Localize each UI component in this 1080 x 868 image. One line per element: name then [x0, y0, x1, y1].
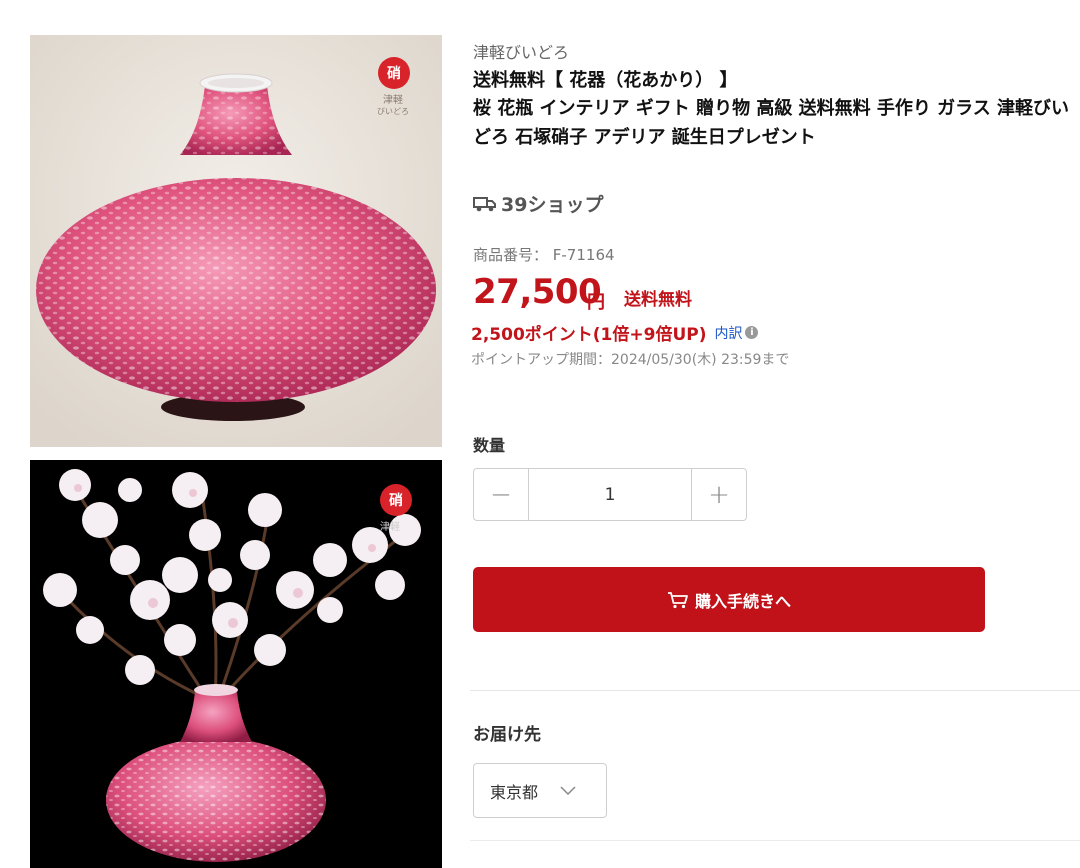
quantity-input[interactable]: 1 [528, 469, 692, 520]
delivery-prefecture-select[interactable]: 東京都 [473, 763, 607, 818]
points-period: ポイントアップ期間：2024/05/30(木) 23:59まで [471, 352, 790, 368]
delivery-selected-value: 東京都 [490, 782, 539, 802]
free-shipping-label: 送料無料 [624, 290, 692, 310]
brand-logo-text-2: 津軽 [380, 522, 400, 533]
delivery-label: お届け先 [473, 725, 541, 745]
quantity-label: 数量 [473, 436, 506, 455]
chevron-down-icon [560, 785, 576, 795]
quantity-decrease-button[interactable]: − [474, 469, 528, 520]
brand-logo-icon: 硝 [378, 57, 410, 89]
points-detail-link[interactable]: 内訳 i [714, 323, 759, 343]
product-image-blossoms[interactable]: 硝 津軽 [30, 460, 442, 868]
quantity-increase-button[interactable]: + [692, 469, 746, 520]
purchase-button-label: 購入手続きへ [694, 591, 791, 611]
quantity-stepper: − 1 + [473, 468, 747, 521]
info-icon: i [745, 326, 759, 339]
product-brand[interactable]: 津軽びいどろ [473, 39, 569, 63]
item-number: 商品番号： F-71164 [473, 246, 615, 264]
section-divider-2 [470, 840, 1080, 841]
purchase-button[interactable]: 購入手続きへ [473, 567, 985, 632]
brand-logo-icon-2: 硝 [380, 484, 412, 516]
shop-name: 39ショップ [501, 194, 604, 216]
section-divider [470, 690, 1080, 691]
product-image-main[interactable]: 硝 津軽 びいどろ [30, 35, 442, 447]
cart-icon [667, 591, 688, 608]
product-title-line2: 桜 花瓶 インテリア ギフト 贈り物 高級 送料無料 手作り ガラス 津軽びいど… [473, 98, 1070, 148]
price-currency: 円 [587, 292, 605, 313]
price-value: 27,500 [473, 272, 602, 312]
brand-logo-text: 津軽 びいどろ [377, 95, 409, 116]
truck-icon [473, 196, 496, 211]
points-info: 2,500ポイント(1倍+9倍UP) 内訳 i [471, 320, 759, 345]
points-value: 2,500ポイント(1倍+9倍UP) [471, 325, 707, 345]
shop-badge[interactable]: 39ショップ [473, 190, 603, 217]
product-title-line1: 送料無料【 花器（花あかり） 】 [473, 70, 738, 91]
